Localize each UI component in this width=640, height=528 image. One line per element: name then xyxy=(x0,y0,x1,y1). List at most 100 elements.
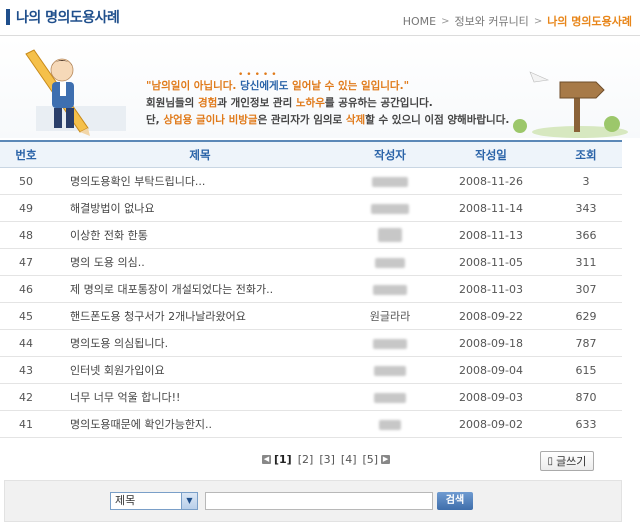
row-number: 48 xyxy=(19,228,33,242)
row-date: 2008-11-05 xyxy=(459,255,523,269)
search-bar: 제목 ▼ 검색 xyxy=(4,480,622,522)
banner-line-3: 단, 상업용 글이나 비방글은 관리자가 임의로 삭제할 수 있으니 이점 양해… xyxy=(146,114,510,126)
row-date: 2008-11-14 xyxy=(459,201,523,215)
row-date: 2008-11-13 xyxy=(459,228,523,242)
table-row[interactable]: 46 제 명의로 대포통장이 개설되었다는 전화가.. 2008-11-03 3… xyxy=(0,276,622,303)
row-title-link[interactable]: 제 명의로 대포통장이 개설되었다는 전화가.. xyxy=(52,281,348,297)
row-author-redacted xyxy=(348,364,432,377)
banner-line-1: "남의일이 아닙니다. 당신에게도 일어날 수 있는 일입니다." xyxy=(146,80,410,92)
search-field-selected: 제목 xyxy=(115,494,136,507)
row-title-link[interactable]: 명의도용확인 부탁드립니다... xyxy=(52,173,348,189)
table-row[interactable]: 45 핸드폰도용 청구서가 2개나날라왔어요 원글라라 2008-09-22 6… xyxy=(0,303,622,330)
row-number: 43 xyxy=(19,363,33,377)
header-divider xyxy=(0,35,640,36)
row-date: 2008-09-03 xyxy=(459,390,523,404)
table-row[interactable]: 48 이상한 전화 한통 2008-11-13 366 xyxy=(0,222,622,249)
prev-page-icon[interactable]: ◀ xyxy=(262,455,271,464)
document-icon: ▯ xyxy=(547,455,554,467)
page-title-wrap: 나의 명의도용사례 xyxy=(6,7,120,27)
row-author-redacted xyxy=(348,228,432,242)
table-row[interactable]: 50 명의도용확인 부탁드립니다... 2008-11-26 3 xyxy=(0,168,622,195)
page-link-1[interactable]: [1] xyxy=(274,453,292,466)
page-link-3[interactable]: [3] xyxy=(319,453,335,466)
row-title-link[interactable]: 핸드폰도용 청구서가 2개나날라왔어요 xyxy=(52,308,348,324)
column-header-views: 조회 xyxy=(575,147,597,162)
signpost-illustration xyxy=(513,71,628,138)
table-row[interactable]: 42 너무 너무 억울 합니다!! 2008-09-03 870 xyxy=(0,384,622,411)
row-views: 311 xyxy=(575,255,597,269)
row-author-redacted xyxy=(348,256,432,269)
search-input[interactable] xyxy=(205,492,433,510)
row-author: 원글라라 xyxy=(369,310,411,323)
row-number: 44 xyxy=(19,336,33,350)
page-link-4[interactable]: [4] xyxy=(341,453,357,466)
row-number: 47 xyxy=(19,255,33,269)
banner-text: "남의일이 아닙니다. 당신에게도 일어날 수 있는 일입니다." 회원님들의 … xyxy=(146,78,509,129)
row-title-link[interactable]: 인터넷 회원가입이요 xyxy=(52,362,348,378)
row-date: 2008-09-02 xyxy=(459,417,523,431)
row-author-redacted xyxy=(348,283,432,296)
row-views: 3 xyxy=(582,174,590,188)
table-row[interactable]: 43 인터넷 회원가입이요 2008-09-04 615 xyxy=(0,357,622,384)
row-views: 629 xyxy=(575,309,597,323)
row-date: 2008-09-04 xyxy=(459,363,523,377)
breadcrumb-community[interactable]: 정보와 커뮤니티 xyxy=(454,13,528,29)
search-field-select[interactable]: 제목 ▼ xyxy=(110,492,198,510)
row-number: 41 xyxy=(19,417,33,431)
write-post-button[interactable]: ▯ 글쓰기 xyxy=(540,451,594,471)
row-views: 870 xyxy=(575,390,597,404)
row-title-link[interactable]: 명의도용 의심됩니다. xyxy=(52,335,348,351)
row-title-link[interactable]: 너무 너무 억울 합니다!! xyxy=(52,389,348,405)
row-date: 2008-11-03 xyxy=(459,282,523,296)
page-link-5[interactable]: [5] xyxy=(363,453,379,466)
row-number: 50 xyxy=(19,174,33,188)
row-number: 45 xyxy=(19,309,33,323)
row-views: 343 xyxy=(575,201,597,215)
row-views: 787 xyxy=(575,336,597,350)
table-row[interactable]: 41 명의도용때문에 확인가능한지.. 2008-09-02 633 xyxy=(0,411,622,438)
column-header-date: 작성일 xyxy=(475,147,507,162)
row-number: 49 xyxy=(19,201,33,215)
page-header: 나의 명의도용사례 HOME > 정보와 커뮤니티 > 나의 명의도용사례 xyxy=(0,0,640,36)
row-author-redacted xyxy=(348,202,432,215)
row-number: 42 xyxy=(19,390,33,404)
banner-line-2: 회원님들의 경험과 개인정보 관리 노하우를 공유하는 공간입니다. xyxy=(146,97,433,109)
row-author-redacted xyxy=(348,337,432,350)
row-author-redacted xyxy=(348,418,432,431)
row-date: 2008-09-18 xyxy=(459,336,523,350)
row-title-link[interactable]: 해결방법이 없나요 xyxy=(52,200,348,216)
table-row[interactable]: 44 명의도용 의심됩니다. 2008-09-18 787 xyxy=(0,330,622,357)
row-title-link[interactable]: 명의도용때문에 확인가능한지.. xyxy=(52,416,348,432)
chevron-right-icon: > xyxy=(533,15,543,27)
table-row[interactable]: 49 해결방법이 없나요 2008-11-14 343 xyxy=(0,195,622,222)
column-header-number: 번호 xyxy=(15,147,37,162)
row-author-redacted xyxy=(348,391,432,404)
breadcrumb-current: 나의 명의도용사례 xyxy=(547,15,632,28)
row-views: 615 xyxy=(575,363,597,377)
pencil-character-illustration xyxy=(25,49,126,136)
table-header: 번호 제목 작성자 작성일 조회 xyxy=(0,140,622,168)
row-date: 2008-11-26 xyxy=(459,174,523,188)
breadcrumb: HOME > 정보와 커뮤니티 > 나의 명의도용사례 xyxy=(403,13,632,29)
case-board-table: 번호 제목 작성자 작성일 조회 50 명의도용확인 부탁드립니다... 200… xyxy=(0,140,622,438)
row-views: 366 xyxy=(575,228,597,242)
chevron-right-icon: > xyxy=(441,15,450,27)
row-author-redacted xyxy=(348,175,432,188)
column-header-title: 제목 xyxy=(189,147,211,162)
next-page-icon[interactable]: ▶ xyxy=(381,455,391,464)
page-title: 나의 명의도용사례 xyxy=(16,10,120,26)
page-link-2[interactable]: [2] xyxy=(298,453,314,466)
column-header-author: 작성자 xyxy=(374,147,406,162)
row-views: 307 xyxy=(575,282,597,296)
title-marker xyxy=(6,9,10,25)
intro-banner: ••••• "남의일이 아닙니다. 당신에게도 일어날 수 있는 일입니다." … xyxy=(0,38,640,138)
breadcrumb-home[interactable]: HOME xyxy=(403,15,436,28)
search-button[interactable]: 검색 xyxy=(437,492,473,510)
row-views: 633 xyxy=(575,417,597,431)
pagination: ◀ [1] [2] [3] [4] [5] ▶ xyxy=(262,453,391,466)
row-title-link[interactable]: 명의 도용 의심.. xyxy=(52,254,348,270)
row-date: 2008-09-22 xyxy=(459,309,523,323)
chevron-down-icon: ▼ xyxy=(181,493,197,509)
table-row[interactable]: 47 명의 도용 의심.. 2008-11-05 311 xyxy=(0,249,622,276)
row-title-link[interactable]: 이상한 전화 한통 xyxy=(52,227,348,243)
